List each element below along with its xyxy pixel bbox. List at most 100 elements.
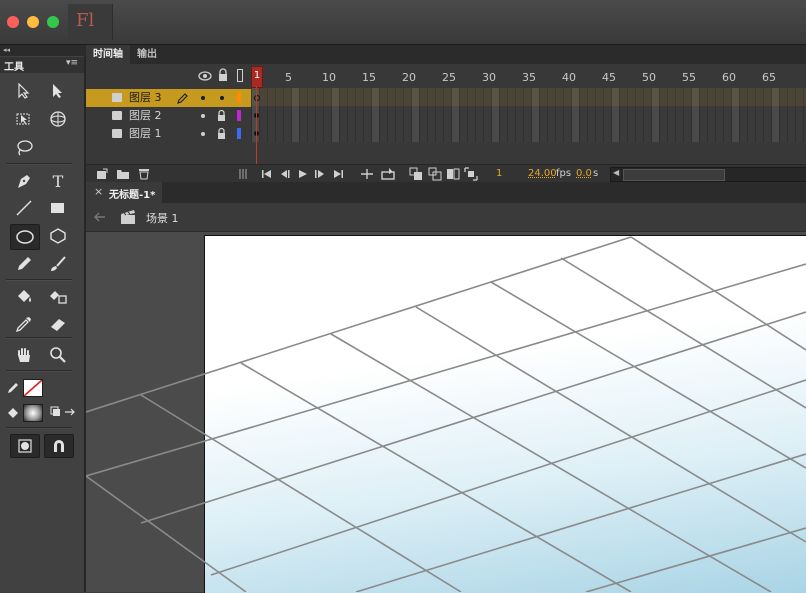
tab-timeline[interactable]: 时间轴 bbox=[86, 45, 130, 64]
oval-tool[interactable] bbox=[10, 224, 40, 250]
layer-outline-color[interactable] bbox=[237, 110, 241, 121]
hand-icon bbox=[18, 348, 30, 362]
eyedropper-icon bbox=[15, 317, 31, 333]
eyedropper-tool[interactable] bbox=[12, 313, 36, 335]
lock-icon[interactable] bbox=[216, 109, 227, 122]
edit-multiple-frames-icon[interactable] bbox=[446, 167, 460, 181]
close-tab-icon[interactable]: × bbox=[94, 185, 103, 198]
playhead-line bbox=[256, 86, 257, 164]
outline-all-layers[interactable] bbox=[237, 69, 243, 82]
frame-ruler-label: 35 bbox=[522, 71, 536, 84]
clapperboard-icon bbox=[121, 210, 135, 224]
timeline-controls-bar: 1 24.00 fps 0.0 s ◀ bbox=[86, 164, 806, 183]
fill-bucket-icon bbox=[8, 408, 18, 418]
visibility-dot[interactable] bbox=[201, 132, 205, 136]
polystar-tool[interactable] bbox=[46, 225, 70, 247]
onion-skin-outlines-icon[interactable] bbox=[428, 167, 442, 181]
stroke-color-control[interactable] bbox=[6, 381, 20, 398]
selection-tool[interactable] bbox=[12, 80, 36, 102]
ink-bottle-tool[interactable] bbox=[46, 285, 70, 307]
layer-outline-color[interactable] bbox=[237, 128, 241, 139]
scroll-left-icon[interactable]: ◀ bbox=[613, 168, 619, 177]
lock-dot[interactable] bbox=[220, 96, 224, 100]
pen-icon bbox=[18, 175, 30, 188]
previous-frame-icon[interactable] bbox=[279, 169, 291, 179]
back-arrow-icon[interactable] bbox=[94, 212, 106, 222]
scene-label[interactable]: 场景 1 bbox=[146, 210, 179, 226]
eraser-tool[interactable] bbox=[46, 313, 70, 335]
lasso-icon bbox=[17, 140, 33, 156]
lock-all-layers[interactable] bbox=[217, 68, 229, 85]
frame-ruler-label: 15 bbox=[362, 71, 376, 84]
frame-ruler-label: 55 bbox=[682, 71, 696, 84]
tools-panel-header: 工具 ▾≡ bbox=[0, 57, 84, 73]
no-color-icon bbox=[24, 380, 42, 396]
empty-keyframe[interactable] bbox=[254, 95, 260, 101]
lasso-tool[interactable] bbox=[12, 137, 36, 159]
frame-ruler-label: 10 bbox=[322, 71, 336, 84]
paint-bucket-icon bbox=[18, 290, 31, 302]
pencil-tool[interactable] bbox=[12, 253, 36, 275]
document-tab[interactable]: × 无标题-1* bbox=[86, 182, 162, 203]
hand-tool[interactable] bbox=[12, 344, 36, 366]
current-frame-field[interactable]: 1 bbox=[496, 168, 502, 179]
first-frame-icon[interactable] bbox=[261, 169, 273, 179]
onion-skin-icon[interactable] bbox=[409, 167, 423, 181]
show-hide-all-layers[interactable] bbox=[198, 70, 212, 85]
layer-name: 图层 2 bbox=[129, 109, 162, 122]
brush-tool[interactable] bbox=[46, 253, 70, 275]
visibility-dot[interactable] bbox=[201, 96, 205, 100]
timeline-horizontal-scrollbar[interactable]: ◀ bbox=[610, 167, 806, 182]
tab-output[interactable]: 输出 bbox=[130, 45, 164, 64]
layer-row-3[interactable]: 图层 3 bbox=[86, 89, 251, 107]
frame-rate-field[interactable]: 24.00 bbox=[528, 168, 557, 179]
zoom-tool[interactable] bbox=[46, 344, 70, 366]
elapsed-time-field[interactable]: 0.0 bbox=[576, 168, 592, 179]
frame-ruler-label: 25 bbox=[442, 71, 456, 84]
tools-panel-title: 工具 bbox=[4, 62, 24, 73]
layer-row-2[interactable]: 图层 2 bbox=[86, 107, 251, 125]
3d-rotation-tool[interactable] bbox=[46, 108, 70, 130]
frame-ruler-label: 40 bbox=[562, 71, 576, 84]
layer-icon bbox=[112, 129, 122, 138]
minimize-window-button[interactable] bbox=[27, 16, 39, 28]
rectangle-tool[interactable] bbox=[46, 197, 70, 219]
pen-tool[interactable] bbox=[12, 170, 36, 192]
lock-icon bbox=[219, 68, 227, 81]
fill-color-control[interactable] bbox=[6, 406, 20, 423]
stroke-color-swatch[interactable] bbox=[23, 379, 43, 397]
line-tool[interactable] bbox=[12, 197, 36, 219]
center-frame-icon[interactable] bbox=[360, 168, 374, 180]
next-frame-icon[interactable] bbox=[314, 169, 326, 179]
new-layer-icon[interactable] bbox=[96, 168, 108, 180]
text-tool[interactable]: T bbox=[46, 170, 70, 192]
rectangle-icon bbox=[51, 203, 64, 213]
play-icon[interactable] bbox=[298, 169, 308, 179]
visibility-dot[interactable] bbox=[201, 114, 205, 118]
maximize-window-button[interactable] bbox=[47, 16, 59, 28]
layer-outline-color[interactable] bbox=[237, 92, 241, 103]
panel-grip-icon[interactable] bbox=[239, 168, 247, 180]
free-transform-icon bbox=[16, 113, 30, 125]
panel-collapse-button[interactable]: ◂◂ bbox=[0, 45, 87, 56]
last-frame-icon[interactable] bbox=[332, 169, 344, 179]
lock-icon[interactable] bbox=[216, 127, 227, 140]
swap-colors-button[interactable] bbox=[50, 405, 78, 422]
delete-icon[interactable] bbox=[138, 167, 150, 180]
new-folder-icon[interactable] bbox=[116, 168, 130, 180]
free-transform-tool[interactable] bbox=[12, 108, 36, 130]
subselection-tool[interactable] bbox=[46, 80, 70, 102]
title-bar bbox=[0, 0, 806, 45]
scrollbar-thumb[interactable] bbox=[623, 169, 725, 181]
object-drawing-toggle[interactable] bbox=[10, 434, 40, 458]
perspective-grid-drawing[interactable] bbox=[86, 232, 806, 592]
selected-layer-frames bbox=[251, 88, 806, 106]
paint-bucket-tool[interactable] bbox=[12, 285, 36, 307]
fill-color-swatch[interactable] bbox=[23, 404, 43, 422]
snap-to-objects-toggle[interactable] bbox=[44, 434, 74, 458]
loop-icon[interactable] bbox=[380, 167, 396, 181]
panel-menu-icon[interactable]: ▾≡ bbox=[66, 58, 78, 68]
close-window-button[interactable] bbox=[7, 16, 19, 28]
modify-markers-icon[interactable] bbox=[464, 167, 478, 181]
layer-row-1[interactable]: 图层 1 bbox=[86, 125, 251, 143]
